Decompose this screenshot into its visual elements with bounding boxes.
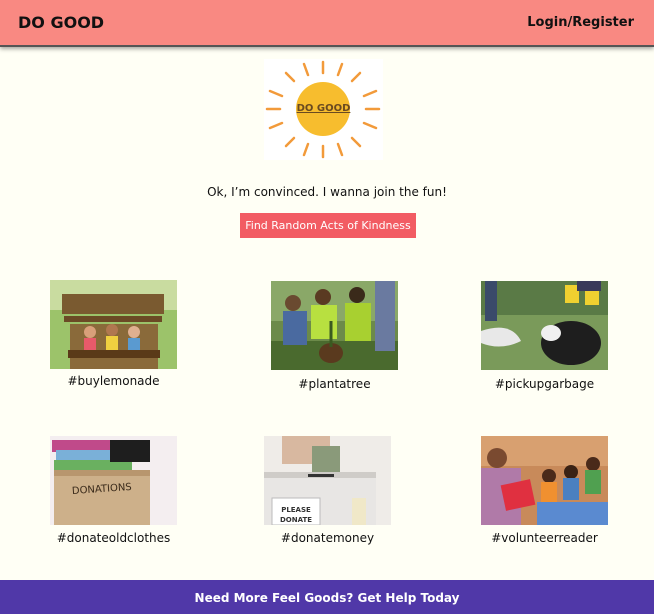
logo: DO GOOD [264,59,383,160]
tile-donateoldclothes[interactable]: DONATIONS #donateoldclothes [50,436,177,545]
tile-donatemoney[interactable]: PLEASE DONATE #donatemoney [264,436,391,545]
donate-money-image: PLEASE DONATE [264,436,391,525]
tile-caption: #donatemoney [280,531,375,545]
tile-buylemonade[interactable]: #buylemonade [50,280,177,388]
tile-plantatree[interactable]: #plantatree [271,281,398,391]
tile-volunteerreader[interactable]: #volunteerreader [481,436,608,545]
logo-text: DO GOOD [296,103,351,114]
tile-caption: #volunteerreader [491,531,598,545]
volunteer-reader-image [481,436,608,525]
pickup-garbage-image [481,281,608,370]
footer-bar: Need More Feel Goods? Get Help Today [0,580,654,614]
find-random-acts-button[interactable]: Find Random Acts of Kindness [240,213,416,238]
please-text: PLEASE [281,506,311,514]
tile-caption: #donateoldclothes [56,531,171,545]
plant-tree-image [271,281,398,370]
brand-link[interactable]: DO GOOD [18,13,104,32]
get-help-link[interactable]: Need More Feel Goods? Get Help Today [0,591,654,605]
login-register-link[interactable]: Login/Register [527,15,634,30]
top-nav-bar: DO GOOD Login/Register [0,0,654,47]
tile-caption: #plantatree [298,377,371,391]
tagline: Ok, I’m convinced. I wanna join the fun! [207,185,447,199]
donation-box-image: DONATIONS [50,436,177,525]
tile-caption: #pickupgarbage [494,377,595,391]
tile-pickupgarbage[interactable]: #pickupgarbage [481,281,608,391]
tile-caption: #buylemonade [67,374,160,388]
donate-text: DONATE [280,516,312,524]
lemonade-stand-image [50,280,177,369]
